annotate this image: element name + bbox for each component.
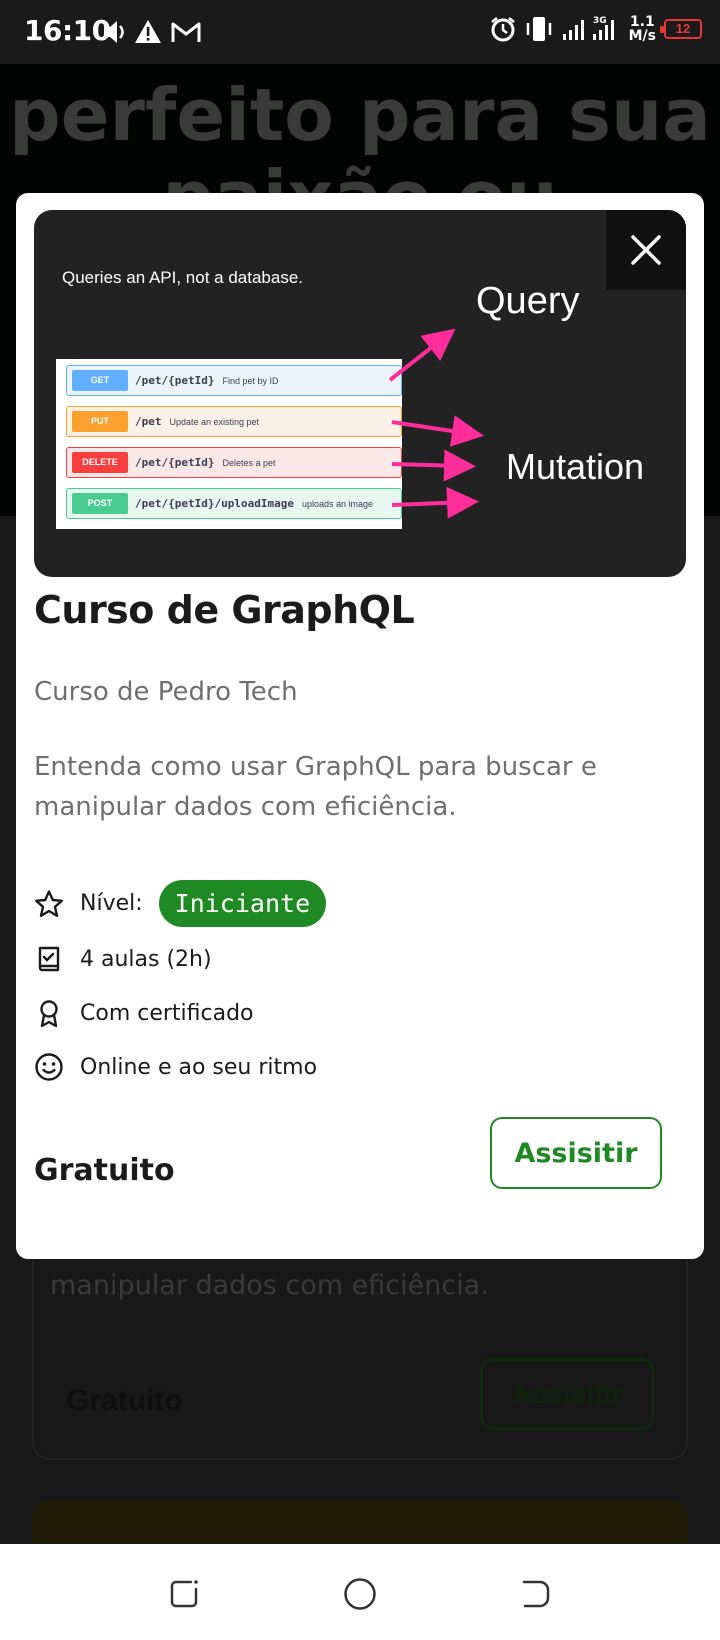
signal-icon: 3G (562, 16, 614, 40)
course-title: Curso de GraphQL (34, 588, 415, 632)
home-icon (344, 1578, 376, 1610)
home-button[interactable] (340, 1574, 380, 1614)
online-text: Online e ao seu ritmo (80, 1054, 318, 1080)
navigation-bar (0, 1544, 720, 1640)
hero-line-1: perfeito para sua (9, 73, 711, 157)
close-button[interactable] (606, 210, 686, 290)
book-check-icon (34, 944, 64, 974)
back-button[interactable] (516, 1574, 556, 1614)
arrow-mutation-delete (391, 449, 476, 482)
back-icon (522, 1580, 550, 1608)
star-icon (34, 889, 64, 919)
status-time: 16:10 (24, 14, 111, 47)
certificate-text: Com certificado (80, 1000, 254, 1026)
notification-icons (104, 20, 201, 43)
arrow-mutation-post (391, 486, 479, 519)
vibrate-icon (526, 17, 551, 41)
query-label: Query (476, 280, 580, 322)
feature-certificate: Com certificado (34, 998, 254, 1028)
background-card-price: Gratuito (66, 1384, 183, 1417)
course-author: Curso de Pedro Tech (34, 677, 298, 707)
lessons-text: 4 aulas (2h) (80, 946, 212, 972)
close-icon (631, 235, 661, 265)
mutation-label: Mutation (506, 446, 645, 487)
alarm-icon (490, 17, 515, 42)
background-watch-button: Assisitir (480, 1358, 654, 1430)
arrow-mutation-put (391, 415, 484, 447)
background-card-description: manipular dados com eficiência. (50, 1270, 489, 1301)
feature-online: Online e ao seu ritmo (34, 1052, 317, 1082)
level-label: Nível: (80, 891, 143, 916)
network-type-label: 3G (593, 16, 607, 26)
status-bar: 16:10 3G 1.1 M/s 12 (0, 0, 720, 64)
preview-arrows (388, 328, 484, 519)
recent-apps-button[interactable] (164, 1574, 204, 1614)
award-icon (34, 998, 64, 1028)
smiley-icon (34, 1052, 64, 1082)
warning-icon (135, 20, 161, 43)
watch-button[interactable]: Assisitir (490, 1117, 662, 1189)
level-badge: Iniciante (158, 880, 327, 927)
arrow-query (388, 328, 456, 382)
course-description: Entenda como usar GraphQL para buscar e … (34, 752, 597, 822)
network-speed: 1.1 M/s (629, 15, 656, 43)
volume-icon (104, 21, 124, 43)
course-preview-image: Queries an API, not a database. GET /pet… (34, 210, 686, 577)
gmail-icon (171, 22, 201, 42)
feature-level: Nível: Iniciante (34, 880, 327, 927)
recents-icon (170, 1580, 198, 1608)
network-speed-value: 1.1 (629, 14, 655, 30)
feature-lessons: 4 aulas (2h) (34, 944, 212, 974)
course-modal: Queries an API, not a database. GET /pet… (16, 193, 704, 1259)
course-price: Gratuito (34, 1153, 175, 1188)
battery-level: 12 (675, 21, 691, 36)
network-speed-unit: M/s (628, 28, 656, 44)
battery-icon: 12 (660, 19, 702, 39)
